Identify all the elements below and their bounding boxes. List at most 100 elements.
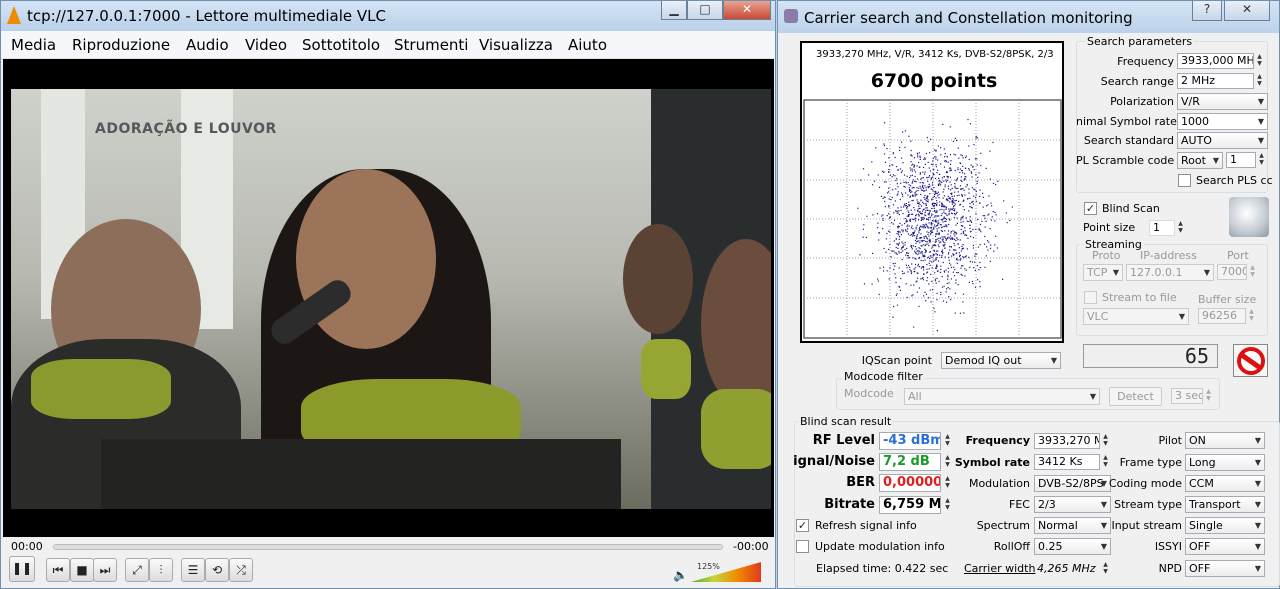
stop-scan-button[interactable] (1233, 344, 1268, 377)
signal-noise-value: 7,2 dB (879, 453, 941, 471)
search-range-spinner[interactable]: ▲ ▼ (1255, 73, 1264, 89)
frequency-input[interactable]: 3933,000 MHz (1177, 53, 1254, 69)
modulation-select[interactable]: DVB-S2/8PS ▼ (1034, 475, 1111, 492)
help-button[interactable]: ? (1192, 1, 1222, 21)
input-stream-select[interactable]: Single ▼ (1185, 517, 1265, 534)
close-button[interactable]: ✕ (723, 1, 771, 20)
proto-select[interactable]: TCP ▼ (1083, 264, 1123, 281)
update-modulation-label: Update modulation info (815, 540, 945, 553)
bitrate-value: 6,759 Mb (879, 496, 941, 514)
carrier-width-value: 4,265 MHz (1037, 562, 1096, 575)
polarization-label: Polarization (1110, 95, 1174, 108)
spectrum-label: Spectrum (976, 519, 1030, 532)
search-range-input[interactable]: 2 MHz (1177, 73, 1254, 89)
frame-type-select[interactable]: Long ▼ (1185, 454, 1265, 471)
time-remaining: -00:00 (733, 540, 769, 553)
stream-type-select[interactable]: Transport ▼ (1185, 496, 1265, 513)
speaker-icon[interactable]: 🔈 (673, 568, 688, 582)
port-spinner[interactable]: ▲ ▼ (1248, 264, 1257, 280)
coding-mode-label: Coding mode (1108, 477, 1182, 490)
search-standard-label: Search standard (1083, 134, 1174, 147)
menu-audio[interactable]: Audio (186, 36, 229, 54)
pilot-select[interactable]: ON ▼ (1185, 432, 1265, 449)
minimize-button[interactable]: ▁ (661, 1, 687, 20)
menu-media[interactable]: Media (11, 36, 56, 54)
buffer-size-spinner[interactable]: ▲ ▼ (1247, 308, 1256, 324)
stream-to-file-checkbox[interactable] (1084, 291, 1097, 304)
seek-slider[interactable] (53, 544, 723, 550)
loop-button[interactable]: ⟲ (205, 558, 229, 582)
buffer-size-input[interactable]: 96256 (1198, 308, 1246, 324)
previous-button[interactable]: ⏮ (46, 558, 70, 582)
ip-address-select[interactable]: 127.0.0.1 ▼ (1126, 264, 1214, 281)
rf-level-value: -43 dBm (879, 432, 941, 450)
search-range-label: Search range (1100, 75, 1174, 88)
point-size-spinner[interactable]: ▲ ▼ (1176, 220, 1185, 236)
refresh-signal-checkbox[interactable]: ✓ (796, 519, 809, 532)
detect-button[interactable]: Detect (1109, 387, 1162, 406)
detect-seconds[interactable]: 3 sec (1171, 388, 1203, 404)
ip-address-label: IP-address (1140, 249, 1197, 262)
polarization-select[interactable]: V/R ▼ (1177, 93, 1268, 110)
menu-aiuto[interactable]: Aiuto (568, 36, 607, 54)
video-area[interactable]: ADORAÇÃO E LOUVOR (3, 59, 774, 537)
pl-scramble-mode-select[interactable]: Root ▼ (1177, 152, 1223, 169)
update-modulation-checkbox[interactable] (796, 540, 809, 553)
video-overlay-text: ADORAÇÃO E LOUVOR (95, 121, 277, 137)
constellation-plot (803, 99, 1062, 339)
cs-titlebar: Carrier search and Constellation monitor… (778, 1, 1279, 33)
menu-riproduzione[interactable]: Riproduzione (72, 36, 170, 54)
playlist-button[interactable]: ☰ (181, 558, 205, 582)
vlc-cone-icon (7, 6, 21, 24)
issyi-select[interactable]: OFF ▼ (1185, 538, 1265, 555)
player-select[interactable]: VLC ▼ (1083, 308, 1189, 325)
iqscan-select[interactable]: Demod IQ out ▼ (941, 352, 1061, 369)
shuffle-button[interactable]: ⤮ (229, 558, 253, 582)
min-symbol-rate-select[interactable]: 1000 ▼ (1177, 113, 1268, 130)
search-pls-checkbox[interactable] (1178, 174, 1191, 187)
pilot-label: Pilot (1158, 434, 1182, 447)
maximize-button[interactable]: □ (687, 1, 723, 20)
cs-close-button[interactable]: ✕ (1224, 1, 1270, 21)
menu-strumenti[interactable]: Strumenti (394, 36, 468, 54)
input-stream-label: Input stream (1111, 519, 1182, 532)
modcode-select[interactable]: All ▼ (904, 388, 1100, 405)
pl-scramble-spinner[interactable]: ▲ ▼ (1257, 152, 1266, 168)
blind-scan-checkbox[interactable]: ✓ (1084, 202, 1097, 215)
port-input[interactable]: 7000 (1217, 264, 1247, 280)
point-size-input[interactable]: 1 (1149, 220, 1175, 236)
rf-level-label: RF Level (812, 433, 875, 448)
next-button[interactable]: ⏭ (93, 558, 117, 582)
extended-settings-button[interactable]: ⫶ (149, 558, 173, 582)
rolloff-select[interactable]: 0.25 ▼ (1034, 538, 1111, 555)
fullscreen-button[interactable]: ⤢ (125, 558, 149, 582)
result-frequency-label: Frequency (965, 434, 1030, 447)
detect-seconds-spinner[interactable]: ▲ ▼ (1204, 388, 1213, 404)
spectrum-select[interactable]: Normal ▼ (1034, 517, 1111, 534)
menu-visualizza[interactable]: Visualizza (479, 36, 553, 54)
frequency-spinner[interactable]: ▲ ▼ (1255, 53, 1264, 69)
issyi-label: ISSYI (1154, 540, 1182, 553)
pause-button[interactable]: ❚❚ (9, 556, 35, 582)
coding-mode-select[interactable]: CCM ▼ (1185, 475, 1265, 492)
pl-scramble-value[interactable]: 1 (1226, 152, 1256, 168)
menu-video[interactable]: Video (245, 36, 287, 54)
search-standard-select[interactable]: AUTO ▼ (1177, 132, 1268, 149)
stop-button[interactable]: ■ (70, 558, 94, 582)
carrier-width-label[interactable]: Carrier width (964, 562, 1035, 575)
points-count: 6700 points (870, 70, 998, 92)
ber-label: BER (846, 475, 875, 490)
plot-info: 3933,270 MHz, V/R, 3412 Ks, DVB-S2/8PSK,… (816, 49, 1054, 60)
fec-select[interactable]: 2/3 ▼ (1034, 496, 1111, 513)
globe-button[interactable] (1229, 197, 1269, 237)
menu-sottotitolo[interactable]: Sottotitolo (302, 36, 380, 54)
min-symbol-rate-label: nimal Symbol rate (1076, 115, 1177, 128)
ber-value: 0,00000 (879, 474, 941, 492)
npd-label: NPD (1158, 562, 1182, 575)
iqscan-label: IQScan point (861, 354, 932, 367)
npd-select[interactable]: OFF ▼ (1185, 560, 1265, 577)
modcode-label: Modcode (844, 387, 894, 400)
carrier-width-spinner: ▲ ▼ (1103, 561, 1108, 575)
blind-scan-result-header: Blind scan result (798, 415, 894, 428)
carrier-search-window: Carrier search and Constellation monitor… (777, 0, 1280, 589)
